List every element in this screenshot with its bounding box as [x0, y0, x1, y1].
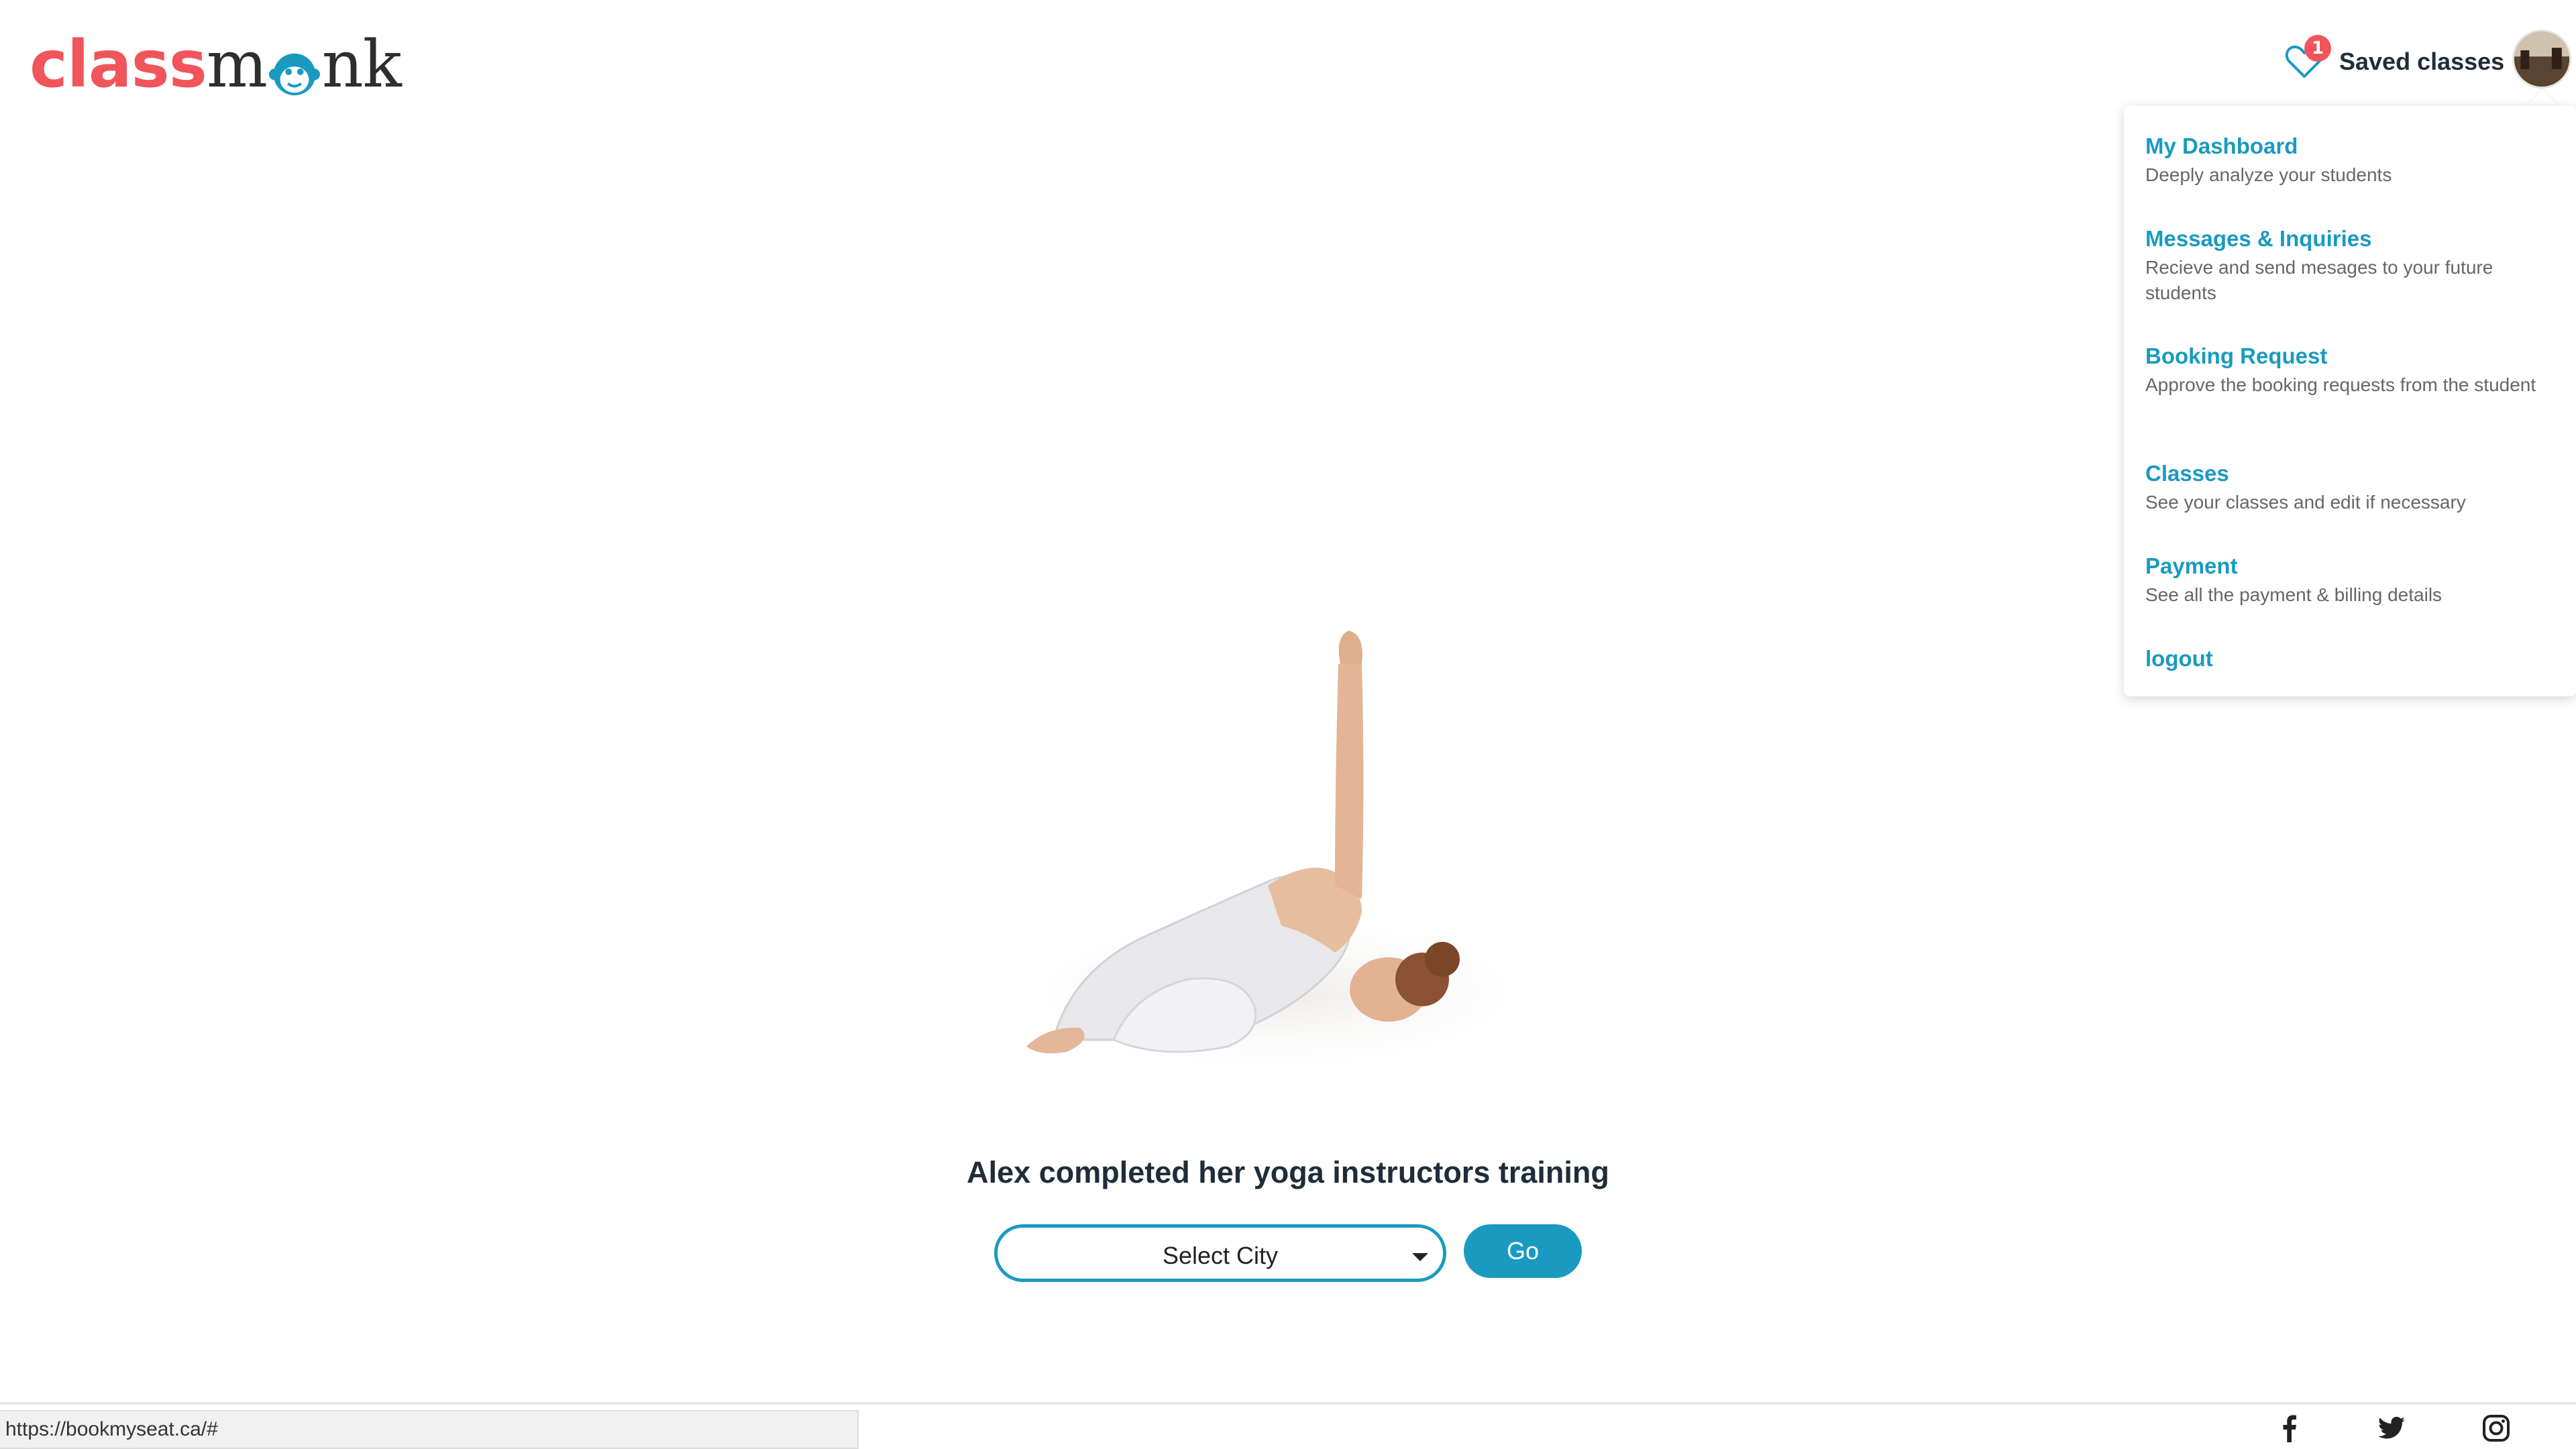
chevron-down-icon [1412, 1253, 1428, 1261]
twitter-icon[interactable] [2375, 1411, 2408, 1445]
status-bar-url: https://bookmyseat.ca/# [0, 1410, 859, 1449]
menu-item-title: Booking Request [2145, 343, 2328, 368]
menu-item-desc: See all the payment & billing details [2145, 584, 2443, 605]
heart-icon-wrap: 1 [2284, 35, 2331, 82]
logo[interactable]: class m nk [30, 23, 402, 102]
menu-item-title: Messages & Inquiries [2145, 226, 2372, 251]
user-dropdown-menu: My Dashboard Deeply analyze your student… [2124, 106, 2576, 696]
footer-divider [0, 1402, 2576, 1405]
hero-headline: Alex completed her yoga instructors trai… [967, 1155, 1609, 1189]
monkey-icon [268, 46, 321, 102]
city-select-value: Select City [1162, 1242, 1279, 1269]
logo-text-m: m [206, 27, 268, 102]
saved-count-badge: 1 [2304, 35, 2331, 62]
menu-item-dashboard[interactable]: My Dashboard Deeply analyze your student… [2145, 131, 2555, 188]
saved-classes-label: Saved classes [2339, 48, 2505, 75]
dropdown-caret [2526, 90, 2559, 106]
go-button[interactable]: Go [1464, 1224, 1582, 1278]
menu-item-title: Classes [2145, 461, 2229, 486]
menu-item-booking-request[interactable]: Booking Request Approve the booking requ… [2145, 341, 2555, 398]
menu-item-desc: Approve the booking requests from the st… [2145, 374, 2536, 395]
menu-item-desc: Recieve and send mesages to your future … [2145, 257, 2493, 303]
hero-yoga-image [959, 617, 1590, 1087]
instagram-icon[interactable] [2479, 1411, 2513, 1445]
menu-item-payment[interactable]: Payment See all the payment & billing de… [2145, 551, 2555, 608]
user-avatar[interactable] [2512, 30, 2571, 89]
menu-item-title: My Dashboard [2145, 133, 2298, 158]
logo-text-nk: nk [321, 27, 402, 102]
menu-item-messages[interactable]: Messages & Inquiries Recieve and send me… [2145, 224, 2555, 306]
page: class m nk 1 Saved classes My Dashboard … [0, 0, 2576, 1449]
menu-item-desc: See your classes and edit if necessary [2145, 492, 2466, 513]
saved-classes-link[interactable]: 1 Saved classes [2284, 35, 2504, 89]
menu-item-title: Payment [2145, 553, 2238, 578]
menu-item-classes[interactable]: Classes See your classes and edit if nec… [2145, 459, 2555, 515]
facebook-icon[interactable] [2273, 1411, 2306, 1445]
menu-item-desc: Deeply analyze your students [2145, 164, 2392, 185]
menu-item-title: logout [2145, 646, 2213, 671]
logo-text-monk: m nk [206, 27, 402, 102]
menu-item-logout[interactable]: logout [2145, 644, 2555, 674]
logo-text-class: class [30, 27, 207, 102]
city-select[interactable]: Select City [994, 1224, 1446, 1282]
